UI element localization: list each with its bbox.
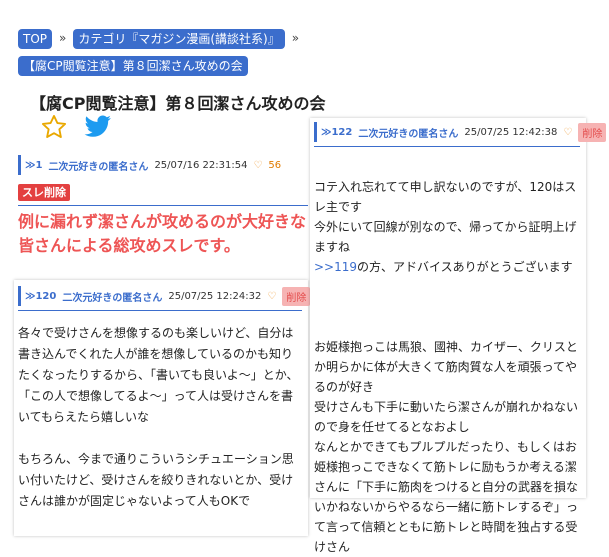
breadcrumb-top[interactable]: TOP	[18, 29, 53, 49]
twitter-bird-icon[interactable]	[84, 115, 112, 143]
divider	[18, 310, 302, 311]
thread-delete-button[interactable]: スレ削除	[18, 184, 70, 201]
divider	[314, 146, 580, 147]
heart-icon[interactable]: ♡	[563, 127, 572, 138]
post-date: 25/07/16 22:31:54	[154, 159, 248, 171]
post-number[interactable]: ≫120	[25, 291, 56, 302]
post-body-text: の方、アドバイスありがとうございます	[357, 260, 573, 274]
breadcrumb-separator: »	[59, 31, 67, 45]
reply-link[interactable]: >>119	[314, 260, 357, 274]
post-number[interactable]: ≫1	[25, 160, 42, 171]
post-date: 25/07/25 12:42:38	[464, 126, 558, 138]
post-body-text: コテ入れ忘れてて申し訳ないのですが、120はスレ主です 今外にいて回線が別なので…	[314, 180, 577, 254]
page-title: 【腐CP閲覧注意】第８回潔さん攻めの会	[30, 94, 326, 113]
post-date: 25/07/25 12:24:32	[168, 290, 262, 302]
post-body: 例に漏れず潔さんが攻めるのが大好きな皆さんによる総攻めスレです。	[18, 212, 307, 255]
delete-button[interactable]: 削除	[282, 286, 311, 306]
post-body: コテ入れ忘れてて申し訳ないのですが、120はスレ主です 今外にいて回線が別なので…	[314, 157, 580, 557]
post-body-text: お姫様抱っこは馬狼、國神、カイザー、クリスとか明らかに体が大きくて筋肉質な人を頑…	[314, 340, 579, 554]
poster-name: 二次元好きの匿名さん	[48, 161, 149, 173]
breadcrumb: TOP » カテゴリ『マガジン漫画(講談社系)』 » 【腐CP閲覧注意】第８回潔さん攻…	[18, 28, 308, 82]
heart-icon[interactable]: ♡	[267, 291, 276, 302]
breadcrumb-category[interactable]: カテゴリ『マガジン漫画(講談社系)』	[73, 29, 285, 49]
share-icons	[40, 113, 112, 145]
like-count: 56	[268, 159, 282, 171]
divider	[18, 205, 308, 206]
post-header: ≫120 二次元好きの匿名さん 25/07/25 12:24:32 ♡ 削除	[18, 286, 311, 306]
post-header: ≫122 二次元好きの匿名さん 25/07/25 12:42:38 ♡ 削除	[314, 122, 607, 142]
breadcrumb-separator: »	[291, 31, 300, 45]
post-122-panel: ≫122 二次元好きの匿名さん 25/07/25 12:42:38 ♡ 削除 コ…	[310, 118, 607, 554]
post-120-panel: ≫120 二次元好きの匿名さん 25/07/25 12:24:32 ♡ 削除 各…	[14, 280, 311, 536]
delete-button[interactable]: 削除	[578, 122, 607, 142]
star-icon[interactable]	[40, 113, 68, 145]
post-number[interactable]: ≫122	[321, 127, 352, 138]
breadcrumb-thread[interactable]: 【腐CP閲覧注意】第８回潔さん攻めの会	[18, 56, 248, 76]
poster-name: 二次元好きの匿名さん	[62, 292, 163, 304]
poster-name: 二次元好きの匿名さん	[358, 128, 459, 140]
heart-icon[interactable]: ♡	[253, 160, 262, 171]
thread-header-panel: TOP » カテゴリ『マガジン漫画(講談社系)』 » 【腐CP閲覧注意】第８回潔さん攻…	[0, 0, 325, 270]
post-header: ≫1 二次元好きの匿名さん 25/07/16 22:31:54 ♡ 56	[18, 155, 308, 175]
post-body: 各々で受けさんを想像するのも楽しいけど、自分は書き込んでくれた人が誰を想像してい…	[18, 326, 299, 508]
